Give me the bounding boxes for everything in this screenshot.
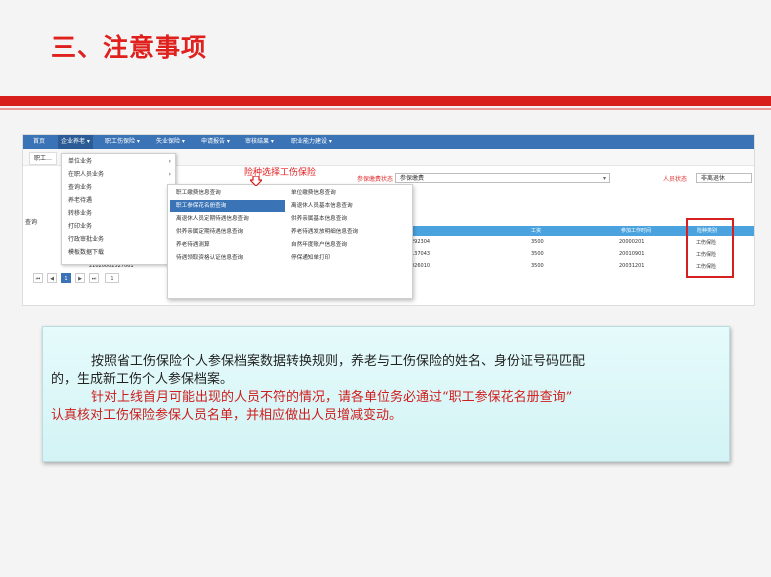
- note-line-4: 认真核对工伤保险参保人员名单，并相应做出人员增减变动。: [51, 408, 403, 423]
- title-divider-band: [0, 96, 771, 106]
- chevron-right-icon: ›: [168, 158, 171, 165]
- prev-page-icon[interactable]: ◀: [47, 273, 57, 283]
- menu-item-pension-calc[interactable]: 养老待遇测算: [170, 239, 285, 251]
- menu-item-retiree-benefit[interactable]: 离退休人员定期待遇信息查询: [170, 213, 285, 225]
- title-divider-line: [0, 108, 771, 110]
- menu-item-pension[interactable]: 养老待遇›: [68, 195, 171, 206]
- menu-item-stop-notice-print[interactable]: 停保通知单打印: [285, 252, 410, 264]
- menu-item-label: 模板数据下载: [68, 249, 105, 256]
- person-status-select[interactable]: 非离退休: [696, 173, 752, 183]
- tab-worker[interactable]: 职工…: [29, 152, 58, 165]
- menu-item-account-year[interactable]: 自然年度账户信息查询: [285, 239, 410, 251]
- menu-item-payment-detail[interactable]: 养老待遇发放明细信息查询: [285, 226, 410, 238]
- menu-item-dependent-basic[interactable]: 供养亲属基本信息查询: [285, 213, 410, 225]
- grid-cell-wage: 3500: [531, 251, 544, 257]
- menu-item-unit[interactable]: 单位业务 ›: [68, 156, 171, 167]
- note-box: 按照省工伤保险个人参保档案数据转换规则，养老与工伤保险的姓名、身份证号码匹配 的…: [42, 326, 730, 462]
- grid-header-work-date: 参加工作时间: [621, 228, 652, 234]
- note-line-1: 按照省工伤保险个人参保档案数据转换规则，养老与工伤保险的姓名、身份证号码匹配: [91, 354, 586, 369]
- menu-item-contribution-query[interactable]: 职工缴费信息查询: [170, 187, 285, 199]
- person-status-value: 非离退休: [701, 175, 726, 182]
- insurance-status-value: 参保缴费: [400, 175, 425, 182]
- menu-item-query[interactable]: 查询业务›: [68, 182, 171, 193]
- slide-title: 三、注意事项: [51, 33, 208, 62]
- note-line-3: 针对上线首月可能出现的人员不符的情况，请各单位务必通过“职工参保花名册查询”: [91, 390, 573, 405]
- nav-work-injury[interactable]: 职工伤保险 ▾: [105, 135, 140, 149]
- menu-item-label: 单位业务: [68, 158, 93, 165]
- chevron-down-icon: ▾: [602, 175, 606, 182]
- menu-item-label: 打印业务: [68, 223, 93, 230]
- highlight-box: [686, 218, 734, 278]
- grid-cell-date: 20000201: [619, 239, 645, 245]
- arrow-down-icon: [250, 176, 262, 186]
- nav-home[interactable]: 首页: [33, 135, 45, 149]
- grid-cell-date: 20031201: [619, 263, 645, 269]
- insurance-status-label: 参保缴费状态: [357, 176, 394, 183]
- grid-cell-date: 20010901: [619, 251, 645, 257]
- nav-application[interactable]: 申请报告 ▾: [201, 135, 230, 149]
- dropdown-menu-level1: 单位业务 › 在职人员业务 › 查询业务› 养老待遇› 转移业务› 打印业务› 行政…: [61, 153, 176, 265]
- menu-item-label: 在职人员业务: [68, 171, 105, 178]
- chevron-right-icon: ›: [168, 171, 171, 178]
- dropdown-menu-level2: 职工缴费信息查询 职工参保花名册查询 离退休人员定期待遇信息查询 供养亲属定期待…: [167, 184, 413, 299]
- menu-item-label: 查询业务: [68, 184, 93, 191]
- menu-item-employee[interactable]: 在职人员业务 ›: [68, 169, 171, 180]
- menu-item-label: 行政审批业务: [68, 236, 105, 243]
- grid-cell-id: 026010: [411, 263, 431, 269]
- menu-item-template[interactable]: 模板数据下载›: [68, 247, 171, 258]
- page-jump-input[interactable]: 1: [105, 273, 119, 283]
- nav-review-result[interactable]: 审核结果 ▾: [245, 135, 274, 149]
- grid-cell-id: 137043: [411, 251, 431, 257]
- nav-enterprise-pension[interactable]: 企业养老 ▾: [58, 135, 93, 149]
- nav-vocational[interactable]: 职业能力建设 ▾: [291, 135, 332, 149]
- grid-cell-wage: 3500: [531, 263, 544, 269]
- grid-cell-wage: 3500: [531, 239, 544, 245]
- first-page-icon[interactable]: ⏮: [33, 273, 43, 283]
- embedded-screenshot: 首页 企业养老 ▾ 职工伤保险 ▾ 失业保险 ▾ 申请报告 ▾ 审核结果 ▾ 职…: [22, 134, 755, 306]
- menu-item-label: 转移业务: [68, 210, 93, 217]
- menu-item-transfer[interactable]: 转移业务›: [68, 208, 171, 219]
- last-page-icon[interactable]: ⏭: [89, 273, 99, 283]
- menu-item-roster-query[interactable]: 职工参保花名册查询: [170, 200, 285, 212]
- query-label: 查询: [25, 219, 38, 226]
- menu-item-retiree-basic[interactable]: 离退休人员基本信息查询: [285, 200, 410, 212]
- menu-item-approval[interactable]: 行政审批业务›: [68, 234, 171, 245]
- page-number-current[interactable]: 1: [61, 273, 71, 283]
- grid-cell-id: 292304: [411, 239, 431, 245]
- nav-unemployment[interactable]: 失业保险 ▾: [156, 135, 185, 149]
- insurance-status-select[interactable]: 参保缴费 ▾: [395, 173, 610, 183]
- top-navbar: 首页 企业养老 ▾ 职工伤保险 ▾ 失业保险 ▾ 申请报告 ▾ 审核结果 ▾ 职…: [23, 135, 754, 149]
- menu-item-label: 养老待遇: [68, 197, 93, 204]
- menu-item-eligibility[interactable]: 待遇领取资格认证信息查询: [170, 252, 285, 264]
- menu-item-print[interactable]: 打印业务›: [68, 221, 171, 232]
- grid-header-wage: 工资: [531, 228, 542, 234]
- note-line-2: 的，生成新工伤个人参保档案。: [51, 372, 234, 387]
- menu-item-unit-contribution[interactable]: 单位缴费信息查询: [285, 187, 410, 199]
- person-status-label: 人员状态: [663, 176, 688, 183]
- menu-item-dependent-benefit[interactable]: 供养亲属定期待遇信息查询: [170, 226, 285, 238]
- next-page-icon[interactable]: ▶: [75, 273, 85, 283]
